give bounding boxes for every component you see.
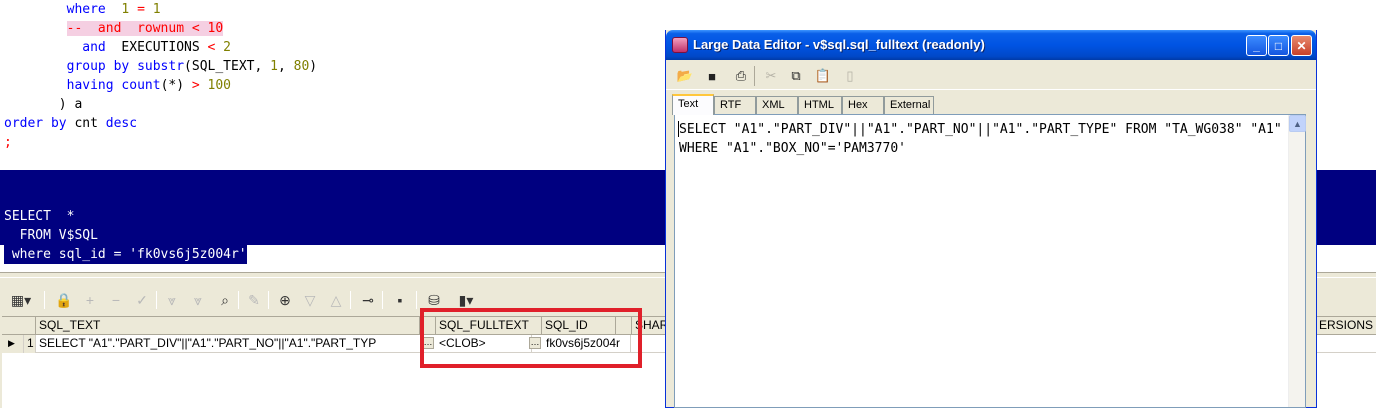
clear-icon[interactable]: ✎ — [244, 288, 264, 312]
toolbar-separator — [156, 291, 157, 309]
vertical-scrollbar[interactable]: ▲ — [1288, 115, 1306, 407]
code-token: ) a — [58, 97, 83, 112]
close-button[interactable]: ✕ — [1291, 35, 1312, 56]
code-token: where — [66, 2, 122, 17]
sort-ascending-icon[interactable]: △ — [326, 288, 346, 312]
code-token: substr — [137, 59, 185, 74]
grid-view-icon[interactable]: ▦▾ — [6, 288, 36, 312]
toolbar-separator — [416, 291, 417, 309]
code-token: group by — [66, 59, 138, 74]
add-record-icon[interactable]: + — [80, 288, 100, 312]
print-icon[interactable]: ⎙ — [732, 67, 750, 85]
selected-code-line[interactable]: SELECT * — [4, 207, 75, 226]
code-line[interactable]: -- and rownum < 10 — [4, 19, 224, 38]
save-icon[interactable]: ▪ — [390, 288, 410, 312]
code-token: 2 — [223, 40, 231, 55]
row-indicator-header — [2, 317, 36, 335]
code-token: (*) — [160, 78, 192, 93]
column-header-versions[interactable]: ERSIONS — [1316, 317, 1376, 335]
toolbar-separator — [44, 291, 45, 309]
code-line[interactable]: order by cnt desc — [4, 114, 137, 133]
tab-external[interactable]: External — [884, 96, 934, 114]
code-token: having — [66, 78, 122, 93]
delete-record-icon[interactable]: − — [106, 288, 126, 312]
selected-code-line[interactable]: FROM V$SQL — [4, 226, 98, 245]
toolbar-separator — [350, 291, 351, 309]
code-token: ; — [4, 135, 12, 150]
code-token: > — [191, 78, 208, 93]
clear-icon[interactable]: ▯ — [841, 67, 859, 85]
fetch-next-icon[interactable]: ⩔ — [162, 288, 182, 312]
copy-icon[interactable]: ⧉ — [787, 67, 805, 85]
column-header-sql-text[interactable]: SQL_TEXT — [36, 317, 420, 335]
tab-rtf[interactable]: RTF — [714, 96, 756, 114]
code-token: desc — [105, 116, 138, 131]
toolbar-separator — [238, 291, 239, 309]
post-edit-icon[interactable]: ✓ — [132, 288, 152, 312]
toolbar-separator — [268, 291, 269, 309]
code-line[interactable]: ) a — [4, 95, 82, 114]
tab-html[interactable]: HTML — [798, 96, 842, 114]
code-line[interactable]: having count(*) > 100 — [4, 76, 231, 95]
tab-xml[interactable]: XML — [756, 96, 798, 114]
code-token: 1 — [152, 2, 161, 17]
text-content[interactable]: SELECT "A1"."PART_DIV"||"A1"."PART_NO"||… — [679, 120, 1291, 158]
code-token: 100 — [207, 78, 232, 93]
code-token: cnt — [74, 116, 106, 131]
code-token: and — [82, 40, 122, 55]
row-pointer-icon: ▶ — [2, 335, 24, 353]
text-area[interactable]: SELECT "A1"."PART_DIV"||"A1"."PART_NO"||… — [674, 114, 1306, 408]
code-token: < — [207, 40, 224, 55]
code-token: ) — [309, 59, 318, 74]
code-token: 80 — [293, 59, 310, 74]
code-token: order by — [4, 116, 75, 131]
cell-sql-text[interactable]: SELECT "A1"."PART_DIV"||"A1"."PART_NO"||… — [36, 335, 422, 353]
query-by-example-icon[interactable]: ⊕ — [274, 288, 296, 312]
app-icon — [672, 37, 688, 53]
find-icon[interactable]: ⌕ — [214, 288, 236, 312]
paste-icon[interactable]: 📋 — [814, 67, 832, 85]
code-token: -- and rownum < 10 — [66, 21, 224, 36]
open-icon[interactable]: 📂 — [676, 67, 694, 85]
code-line[interactable]: group by substr(SQL_TEXT, 1, 80) — [4, 57, 318, 76]
save-icon[interactable]: ■ — [703, 67, 721, 85]
scroll-up-icon[interactable]: ▲ — [1289, 115, 1306, 132]
window-titlebar[interactable]: Large Data Editor - v$sql.sql_fulltext (… — [666, 30, 1316, 60]
cut-icon[interactable]: ✂ — [762, 67, 780, 85]
row-number: 1 — [24, 335, 36, 353]
code-line[interactable]: where 1 = 1 — [4, 0, 161, 19]
large-data-editor-window: Large Data Editor - v$sql.sql_fulltext (… — [665, 30, 1317, 408]
sort-descending-icon[interactable]: ▽ — [300, 288, 320, 312]
code-line[interactable]: and EXECUTIONS < 2 — [4, 38, 231, 57]
lock-icon[interactable]: 🔒 — [54, 288, 74, 312]
explain-plan-icon[interactable]: ⊸ — [356, 288, 380, 312]
editor-toolbar: 📂 ■ ⎙ ✂ ⧉ 📋 ▯ — [666, 60, 1316, 90]
code-token: EXECUTIONS — [121, 40, 208, 55]
toolbar-separator — [382, 291, 383, 309]
maximize-button[interactable]: □ — [1268, 35, 1289, 56]
window-title: Large Data Editor - v$sql.sql_fulltext (… — [693, 37, 985, 52]
code-token: SQL_TEXT, — [191, 59, 271, 74]
code-token: = — [129, 2, 153, 17]
selected-code-line[interactable]: where sql_id = 'fk0vs6j5z004r' — [4, 245, 247, 264]
code-line[interactable]: ; — [4, 133, 12, 152]
tab-hex[interactable]: Hex — [842, 96, 884, 114]
fetch-all-icon[interactable]: ⩔ — [188, 288, 208, 312]
code-token: , — [277, 59, 294, 74]
code-token: 1 — [270, 59, 278, 74]
minimize-button[interactable]: _ — [1246, 35, 1267, 56]
highlight-annotation-box — [420, 308, 642, 368]
code-token: count — [121, 78, 161, 93]
toolbar-separator — [754, 66, 755, 86]
tab-text[interactable]: Text — [672, 94, 714, 115]
code-token: ( — [184, 59, 192, 74]
